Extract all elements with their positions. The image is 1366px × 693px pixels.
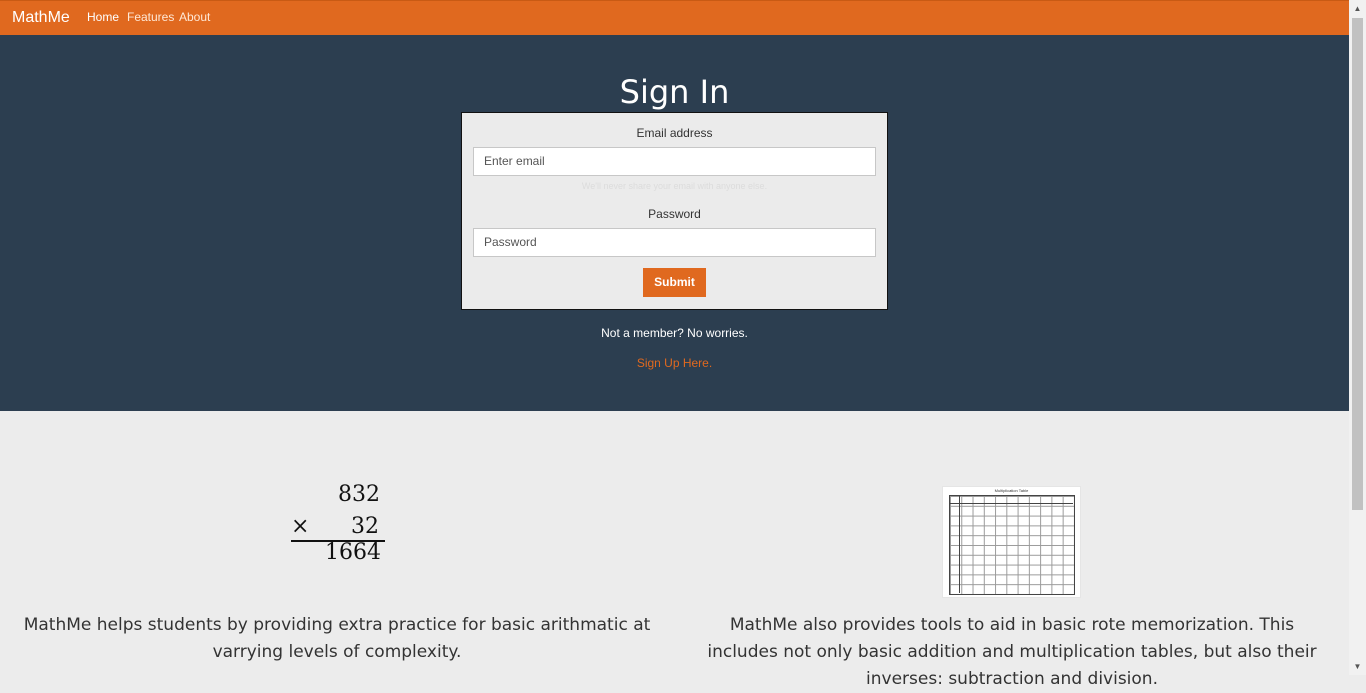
multiplication-table-image: Multiplication Table [942,486,1081,598]
feature-description-left: MathMe helps students by providing extra… [23,615,651,662]
table-header-column [949,495,960,593]
nav-home-link[interactable]: Home [87,10,119,24]
math-result: 1664 [325,540,381,565]
scroll-down-icon[interactable]: ▼ [1349,658,1366,675]
nav-features-link[interactable]: Features [127,10,174,24]
scroll-up-icon[interactable]: ▲ [1349,0,1366,17]
brand-logo[interactable]: MathMe [12,9,70,27]
signin-section: Sign In Email address Enter email We'll … [0,35,1349,411]
table-grid [949,495,1075,595]
feature-description-right: MathMe also provides tools to aid in bas… [707,615,1317,689]
math-top-number: 832 [338,482,380,507]
member-text: Not a member? No worries. [601,326,748,340]
scroll-thumb[interactable] [1352,18,1363,510]
math-operator: × [291,514,310,539]
email-help-text: We'll never share your email with anyone… [581,181,768,191]
submit-button[interactable]: Submit [643,268,706,297]
table-header-row [949,495,1073,504]
table-image-title: Multiplication Table [994,488,1029,493]
math-bottom-number: 32 [351,514,379,539]
password-field[interactable]: Password [473,228,876,257]
email-label: Email address [636,126,713,140]
signup-link[interactable]: Sign Up Here. [0,356,1349,370]
page-title: Sign In [619,73,730,111]
scrollbar[interactable]: ▲ ▼ [1349,0,1366,675]
email-field[interactable]: Enter email [473,147,876,176]
multiplication-example-image: 832 × 32 1664 [290,482,386,572]
navbar: MathMe Home Features About [0,0,1349,35]
nav-about-link[interactable]: About [179,10,210,24]
password-label: Password [648,207,701,221]
signin-form: Email address Enter email We'll never sh… [461,112,888,310]
